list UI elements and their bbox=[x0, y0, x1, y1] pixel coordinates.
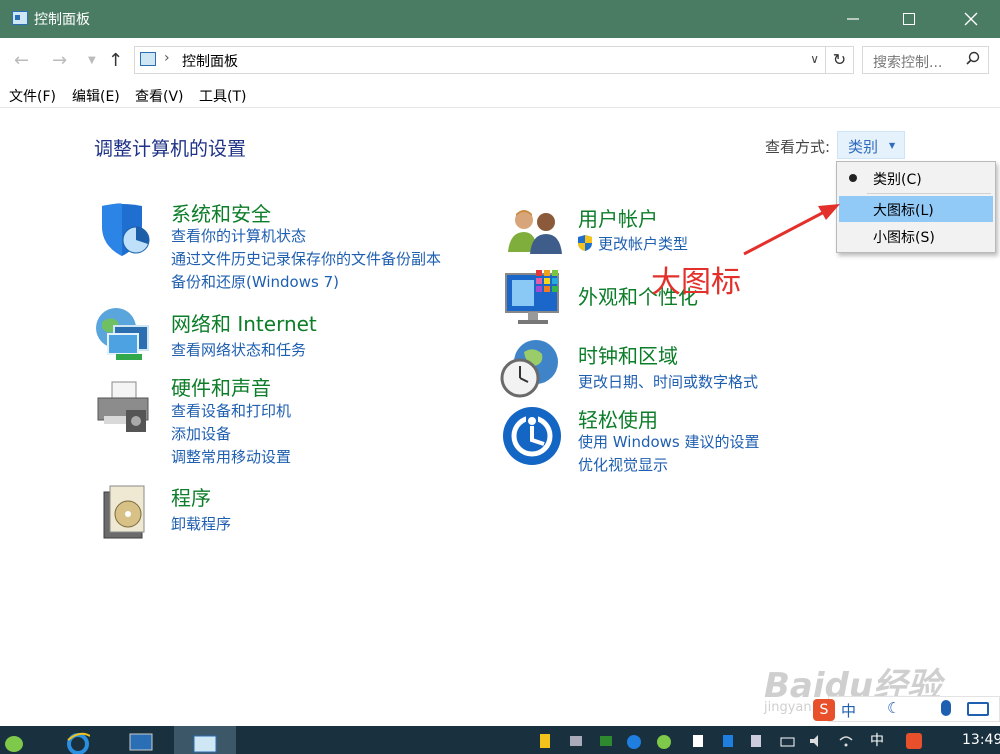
view-by-menu: 类别(C) 大图标(L) 小图标(S) bbox=[836, 161, 996, 253]
keyboard-icon[interactable] bbox=[967, 702, 989, 716]
volume-icon[interactable] bbox=[808, 730, 824, 754]
menu-bar: 文件(F) 编辑(E) 查看(V) 工具(T) bbox=[0, 82, 1000, 108]
input-language-indicator[interactable]: 中 bbox=[870, 730, 890, 754]
link-mobility-settings[interactable]: 调整常用移动设置 bbox=[171, 446, 291, 467]
address-bar[interactable]: › 控制面板 ∨ ↻ bbox=[134, 46, 854, 74]
menu-item-label: 小图标(S) bbox=[873, 230, 935, 246]
link-optimize-visual-display[interactable]: 优化视觉显示 bbox=[578, 454, 668, 475]
link-windows-recommended-settings[interactable]: 使用 Windows 建议的设置 bbox=[578, 431, 760, 452]
ease-of-access-icon[interactable] bbox=[502, 406, 562, 466]
appearance-monitor-icon[interactable] bbox=[504, 268, 566, 326]
link-change-date-time-format[interactable]: 更改日期、时间或数字格式 bbox=[578, 371, 758, 392]
page-title: 调整计算机的设置 bbox=[94, 138, 247, 160]
chevron-down-icon: ▼ bbox=[889, 141, 896, 150]
computer-icon[interactable] bbox=[128, 730, 154, 754]
tray-icon-5[interactable] bbox=[748, 730, 764, 754]
control-panel-icon bbox=[140, 52, 156, 66]
menu-item-large-icons[interactable]: 大图标(L) bbox=[839, 196, 993, 222]
maximize-button[interactable] bbox=[882, 0, 936, 38]
refresh-button[interactable]: ↻ bbox=[825, 47, 853, 73]
menu-file[interactable]: 文件(F) bbox=[9, 86, 56, 106]
maximize-icon bbox=[903, 13, 915, 25]
forward-button[interactable]: → bbox=[52, 50, 67, 71]
battery-icon[interactable] bbox=[780, 730, 796, 754]
taskbar: 中 bbox=[0, 726, 1000, 754]
menu-divider bbox=[867, 193, 991, 194]
link-add-device[interactable]: 添加设备 bbox=[171, 423, 231, 444]
minimize-button[interactable] bbox=[826, 0, 880, 38]
back-button[interactable]: ← bbox=[14, 50, 29, 71]
wechat-tray-icon[interactable] bbox=[656, 730, 672, 754]
taskbar-clock[interactable]: 13:49 bbox=[962, 732, 1000, 748]
printer-icon[interactable] bbox=[94, 380, 156, 436]
wifi-icon[interactable] bbox=[838, 730, 854, 754]
minimize-icon bbox=[847, 18, 859, 20]
category-title[interactable]: 轻松使用 bbox=[578, 404, 658, 433]
radio-bullet-icon bbox=[849, 174, 857, 182]
wechat-icon[interactable] bbox=[4, 730, 28, 754]
category-title[interactable]: 程序 bbox=[171, 482, 211, 511]
category-title[interactable]: 系统和安全 bbox=[171, 198, 271, 227]
uac-shield-icon bbox=[578, 235, 592, 251]
tray-icon-4[interactable] bbox=[720, 730, 736, 754]
chevron-down-icon[interactable]: ∨ bbox=[810, 52, 819, 66]
title-bar: 控制面板 bbox=[0, 0, 1000, 38]
category-title[interactable]: 用户帐户 bbox=[578, 203, 658, 232]
link-uninstall-program[interactable]: 卸载程序 bbox=[171, 513, 231, 534]
menu-item-category[interactable]: 类别(C) bbox=[839, 165, 993, 191]
menu-tools[interactable]: 工具(T) bbox=[199, 86, 246, 106]
category-title[interactable]: 时钟和区域 bbox=[578, 340, 678, 369]
user-accounts-icon[interactable] bbox=[506, 206, 564, 254]
menu-edit[interactable]: 编辑(E) bbox=[72, 86, 120, 106]
chevron-right-icon: › bbox=[164, 50, 170, 66]
internet-explorer-icon[interactable] bbox=[66, 730, 91, 754]
close-icon bbox=[964, 12, 978, 26]
close-button[interactable] bbox=[944, 0, 998, 38]
link-network-status[interactable]: 查看网络状态和任务 bbox=[171, 339, 306, 360]
category-title[interactable]: 网络和 Internet bbox=[171, 308, 317, 337]
link-change-account-type[interactable]: 更改帐户类型 bbox=[598, 233, 688, 254]
link-devices-printers[interactable]: 查看设备和打印机 bbox=[171, 400, 291, 421]
search-placeholder: 搜索控制... bbox=[873, 55, 943, 71]
network-globe-icon[interactable] bbox=[94, 306, 156, 366]
search-input[interactable]: 搜索控制... bbox=[862, 46, 989, 74]
recent-locations-button[interactable]: ▼ bbox=[88, 55, 96, 66]
annotation-label: 大图标 bbox=[651, 265, 741, 300]
link-backup-restore[interactable]: 备份和还原(Windows 7) bbox=[171, 271, 339, 292]
ime-language[interactable]: 中 bbox=[841, 700, 856, 721]
category-title[interactable]: 硬件和声音 bbox=[171, 372, 271, 401]
menu-item-label: 大图标(L) bbox=[873, 203, 934, 219]
ime-toolbar[interactable]: S 中 ☾ bbox=[813, 696, 1000, 722]
up-button[interactable]: ↑ bbox=[108, 50, 123, 71]
security-icon[interactable] bbox=[690, 730, 706, 754]
sogou-logo-icon[interactable]: S bbox=[813, 699, 835, 721]
menu-view[interactable]: 查看(V) bbox=[135, 86, 184, 106]
view-by-label: 查看方式: bbox=[765, 138, 831, 156]
tray-icon-2[interactable] bbox=[568, 730, 584, 754]
sogou-tray-icon[interactable] bbox=[904, 730, 924, 754]
menu-item-label: 类别(C) bbox=[873, 172, 922, 188]
breadcrumb-control-panel[interactable]: 控制面板 bbox=[182, 51, 238, 71]
programs-disc-icon[interactable] bbox=[100, 484, 154, 540]
clock-globe-icon[interactable] bbox=[500, 338, 562, 400]
teamviewer-icon[interactable] bbox=[626, 730, 642, 754]
link-file-history[interactable]: 通过文件历史记录保存你的文件备份副本 bbox=[171, 248, 441, 269]
menu-item-small-icons[interactable]: 小图标(S) bbox=[839, 223, 993, 249]
control-panel-taskbar-icon[interactable] bbox=[192, 730, 218, 754]
window-title: 控制面板 bbox=[34, 12, 90, 28]
control-panel-icon bbox=[12, 11, 28, 25]
view-by-value: 类别 bbox=[848, 138, 879, 156]
search-icon[interactable] bbox=[966, 51, 980, 65]
tray-icon-3[interactable] bbox=[598, 730, 614, 754]
shield-icon[interactable] bbox=[96, 200, 154, 258]
tray-icon-1[interactable] bbox=[538, 730, 554, 754]
view-by-dropdown[interactable]: 类别 ▼ bbox=[837, 131, 905, 159]
microphone-icon[interactable] bbox=[941, 700, 951, 716]
link-view-computer-status[interactable]: 查看你的计算机状态 bbox=[171, 225, 306, 246]
moon-icon[interactable]: ☾ bbox=[887, 699, 900, 717]
